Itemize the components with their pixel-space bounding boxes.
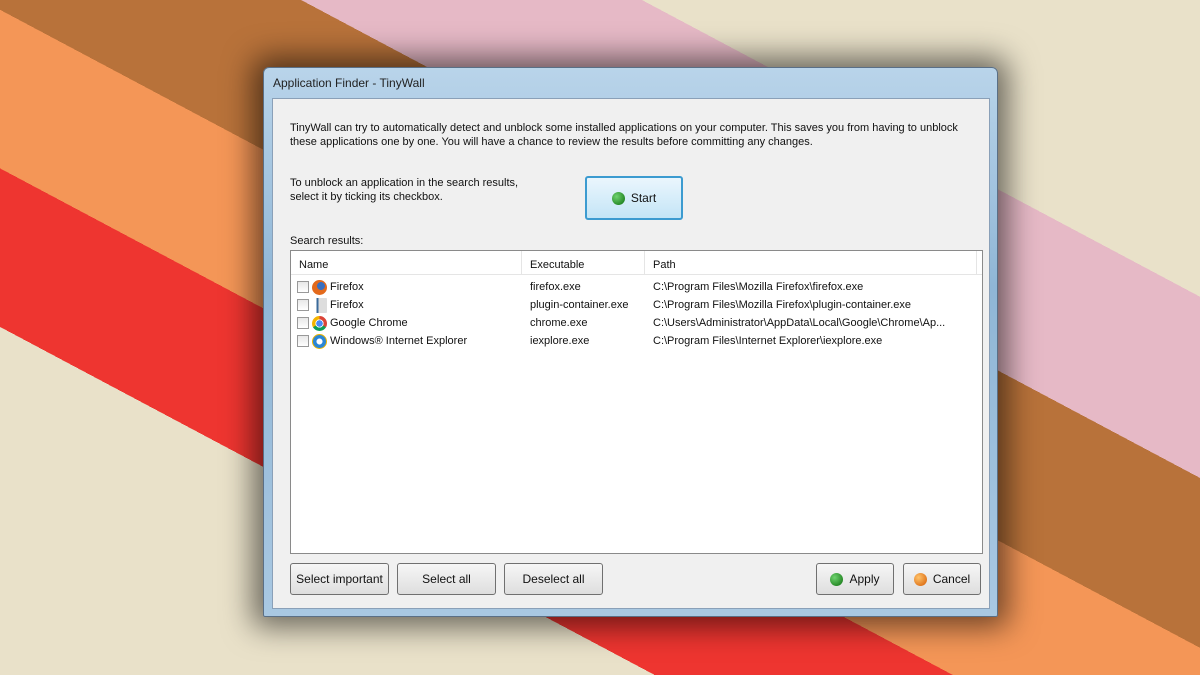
green-dot-icon: [830, 572, 844, 586]
hint-text: To unblock an application in the search …: [290, 176, 518, 204]
app-path: C:\Program Files\Mozilla Firefox\firefox…: [653, 281, 864, 293]
chrome-icon: [312, 315, 327, 331]
column-header-name[interactable]: Name: [291, 251, 522, 274]
app-path: C:\Users\Administrator\AppData\Local\Goo…: [653, 317, 946, 329]
list-header: Name Executable Path: [291, 251, 982, 275]
cancel-button[interactable]: Cancel: [903, 563, 981, 595]
app-name: Firefox: [330, 299, 364, 311]
row-checkbox[interactable]: [297, 335, 309, 347]
list-item[interactable]: Firefox firefox.exe C:\Program Files\Mozil…: [291, 278, 982, 296]
select-important-button[interactable]: Select important: [290, 563, 389, 595]
intro-text: TinyWall can try to automatically detect…: [290, 122, 958, 148]
apply-button[interactable]: Apply: [816, 563, 894, 595]
list-item[interactable]: Windows® Internet Explorer iexplore.exe C:…: [291, 332, 982, 350]
plugin-container-icon: [312, 297, 327, 313]
row-checkbox[interactable]: [297, 281, 309, 293]
list-item[interactable]: Firefox plugin-container.exe C:\Program Fi…: [291, 296, 982, 314]
app-path: C:\Program Files\Mozilla Firefox\plugin-…: [653, 299, 911, 311]
start-label: Start: [630, 191, 657, 205]
hint-line: select it by ticking its checkbox.: [290, 191, 443, 203]
ie-icon: [312, 333, 327, 349]
hint-line: To unblock an application in the search …: [290, 177, 519, 189]
app-executable: plugin-container.exe: [530, 299, 629, 311]
green-dot-icon: [611, 191, 625, 205]
deselect-all-button[interactable]: Deselect all: [504, 563, 603, 595]
search-results-list[interactable]: Name Executable Path Firefox firefox.exe C…: [290, 250, 983, 554]
dialog-body: TinyWall can try to automatically detect…: [272, 98, 990, 609]
cancel-label: Cancel: [932, 572, 971, 586]
app-name: Google Chrome: [330, 317, 408, 329]
application-finder-window: Application Finder - TinyWall TinyWall c…: [263, 67, 998, 617]
app-executable: firefox.exe: [530, 281, 581, 293]
app-name: Windows® Internet Explorer: [330, 335, 468, 347]
column-header-path[interactable]: Path: [645, 251, 977, 274]
select-all-button[interactable]: Select all: [397, 563, 496, 595]
firefox-icon: [312, 279, 327, 295]
search-results-label: Search results:: [290, 235, 364, 247]
start-button[interactable]: Start: [585, 176, 683, 220]
row-checkbox[interactable]: [297, 317, 309, 329]
app-path: C:\Program Files\Internet Explorer\iexpl…: [653, 335, 883, 347]
app-executable: iexplore.exe: [530, 335, 590, 347]
window-title: Application Finder - TinyWall: [273, 76, 425, 90]
apply-label: Apply: [849, 572, 880, 586]
orange-dot-icon: [913, 572, 927, 586]
app-executable: chrome.exe: [530, 317, 588, 329]
list-item[interactable]: Google Chrome chrome.exe C:\Users\Administ…: [291, 314, 982, 332]
app-name: Firefox: [330, 281, 364, 293]
row-checkbox[interactable]: [297, 299, 309, 311]
column-header-executable[interactable]: Executable: [522, 251, 645, 274]
